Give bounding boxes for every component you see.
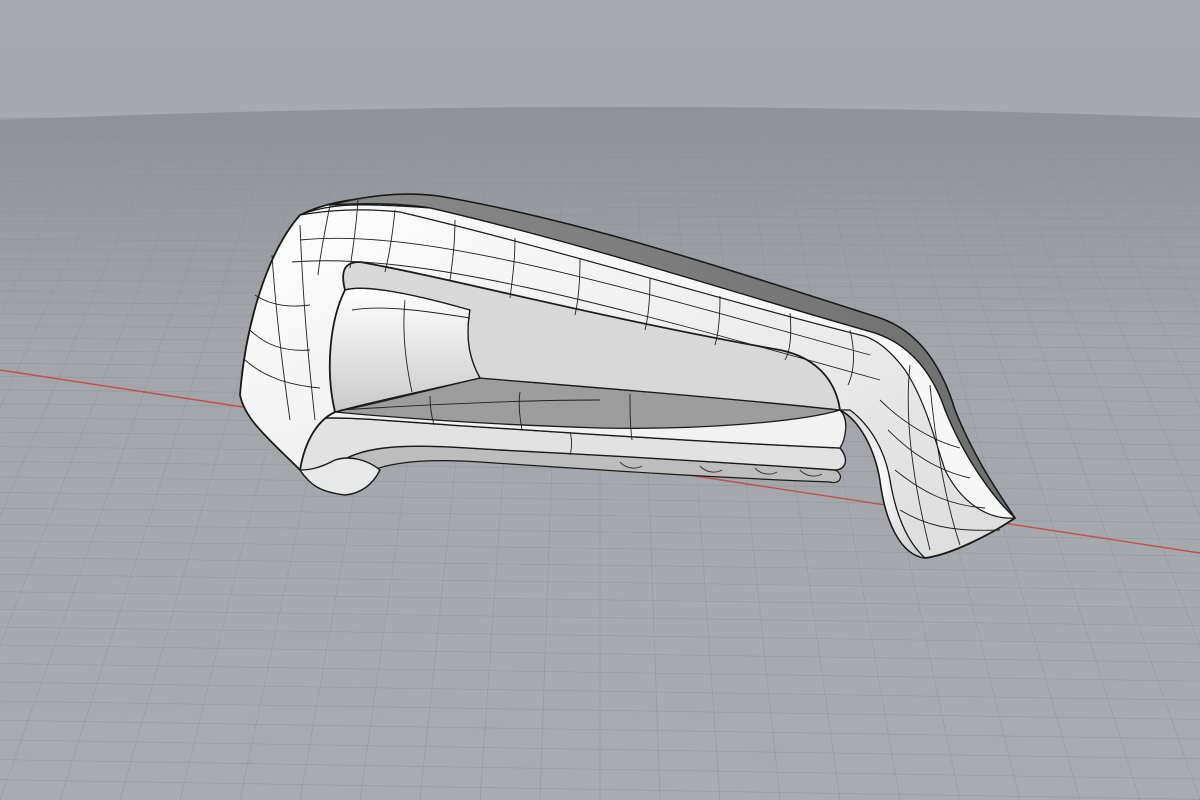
viewport-canvas[interactable] bbox=[0, 0, 1200, 800]
perspective-viewport[interactable] bbox=[0, 0, 1200, 800]
